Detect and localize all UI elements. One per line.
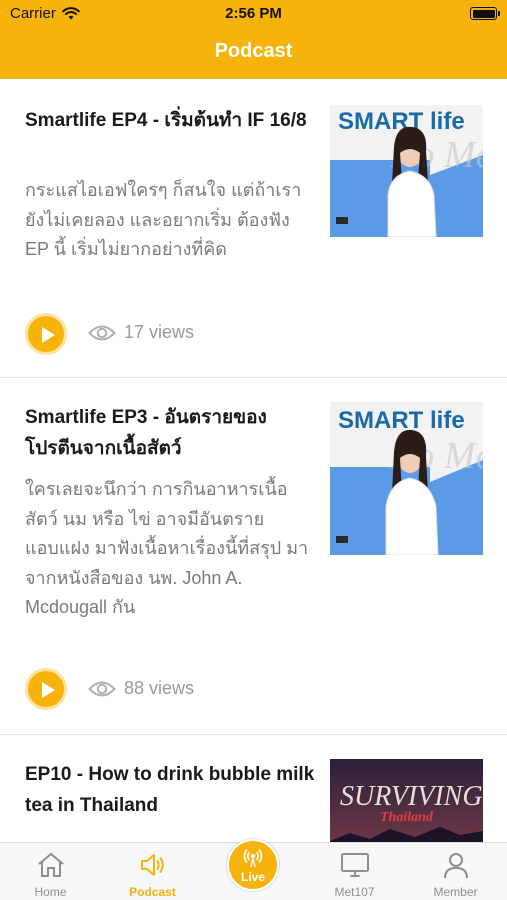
podcast-card[interactable]: Smartlife EP4 - เริ่มต้นทำ IF 16/8 กระแส… bbox=[0, 79, 507, 378]
view-count: 88 views bbox=[88, 678, 194, 699]
play-button[interactable] bbox=[25, 313, 67, 355]
tab-podcast[interactable]: Podcast bbox=[102, 843, 203, 900]
episode-title[interactable]: EP10 - How to drink bubble milk tea in T… bbox=[25, 759, 315, 821]
svg-text:SMART life: SMART life bbox=[338, 407, 465, 434]
podcast-card[interactable]: Smartlife EP3 - อันตรายของโปรตีนจากเนื้อ… bbox=[0, 378, 507, 735]
episode-title[interactable]: Smartlife EP3 - อันตรายของโปรตีนจากเนื้อ… bbox=[25, 402, 315, 464]
podcast-card[interactable]: EP10 - How to drink bubble milk tea in T… bbox=[0, 735, 507, 842]
view-count-label: 17 views bbox=[124, 322, 195, 342]
episode-thumbnail[interactable]: No Mee SMART life bbox=[330, 105, 483, 237]
bottom-tab-bar: Home Podcast Live Met107 Member bbox=[0, 839, 507, 900]
tab-home[interactable]: Home bbox=[0, 843, 101, 900]
play-icon bbox=[42, 682, 55, 698]
battery-icon bbox=[470, 7, 500, 20]
episode-description: ใครเลยจะนึกว่า การกินอาหารเนื้อสัตว์ นม … bbox=[25, 479, 309, 617]
play-button[interactable] bbox=[25, 668, 67, 710]
tab-met107-label: Met107 bbox=[334, 885, 375, 899]
svg-text:Thailand: Thailand bbox=[380, 810, 434, 825]
episode-title[interactable]: Smartlife EP4 - เริ่มต้นทำ IF 16/8 bbox=[25, 105, 315, 136]
live-label: Live bbox=[240, 870, 265, 884]
status-time: 2:56 PM bbox=[225, 5, 282, 22]
live-button[interactable]: Live bbox=[227, 839, 279, 891]
eye-icon bbox=[88, 681, 116, 696]
broadcast-icon bbox=[243, 849, 263, 868]
podcast-feed[interactable]: Smartlife EP4 - เริ่มต้นทำ IF 16/8 กระแส… bbox=[0, 79, 507, 842]
person-icon bbox=[444, 853, 468, 879]
view-count-label: 88 views bbox=[124, 678, 195, 698]
eye-icon bbox=[88, 325, 116, 340]
app-header: Carrier 2:56 PM Podcast bbox=[0, 0, 507, 79]
status-bar: Carrier 2:56 PM bbox=[0, 0, 507, 30]
speaker-icon bbox=[141, 854, 164, 876]
play-icon bbox=[42, 327, 55, 343]
monitor-icon bbox=[341, 853, 369, 877]
home-icon bbox=[38, 853, 64, 877]
episode-thumbnail[interactable]: No Mee SMART life bbox=[330, 402, 483, 555]
tab-podcast-label: Podcast bbox=[129, 885, 176, 899]
tab-member[interactable]: Member bbox=[405, 843, 506, 900]
tab-met107[interactable]: Met107 bbox=[304, 843, 405, 900]
tab-home-label: Home bbox=[34, 885, 67, 899]
svg-text:SURVIVING: SURVIVING bbox=[340, 781, 483, 812]
episode-thumbnail[interactable]: SURVIVING Thailand bbox=[330, 759, 483, 842]
view-count: 17 views bbox=[88, 322, 194, 343]
tab-member-label: Member bbox=[433, 885, 478, 899]
episode-description: กระแสไอเอฟใครๆ ก็สนใจ แต่ถ้าเรายังไม่เคย… bbox=[25, 180, 302, 259]
page-title: Podcast bbox=[214, 40, 293, 62]
